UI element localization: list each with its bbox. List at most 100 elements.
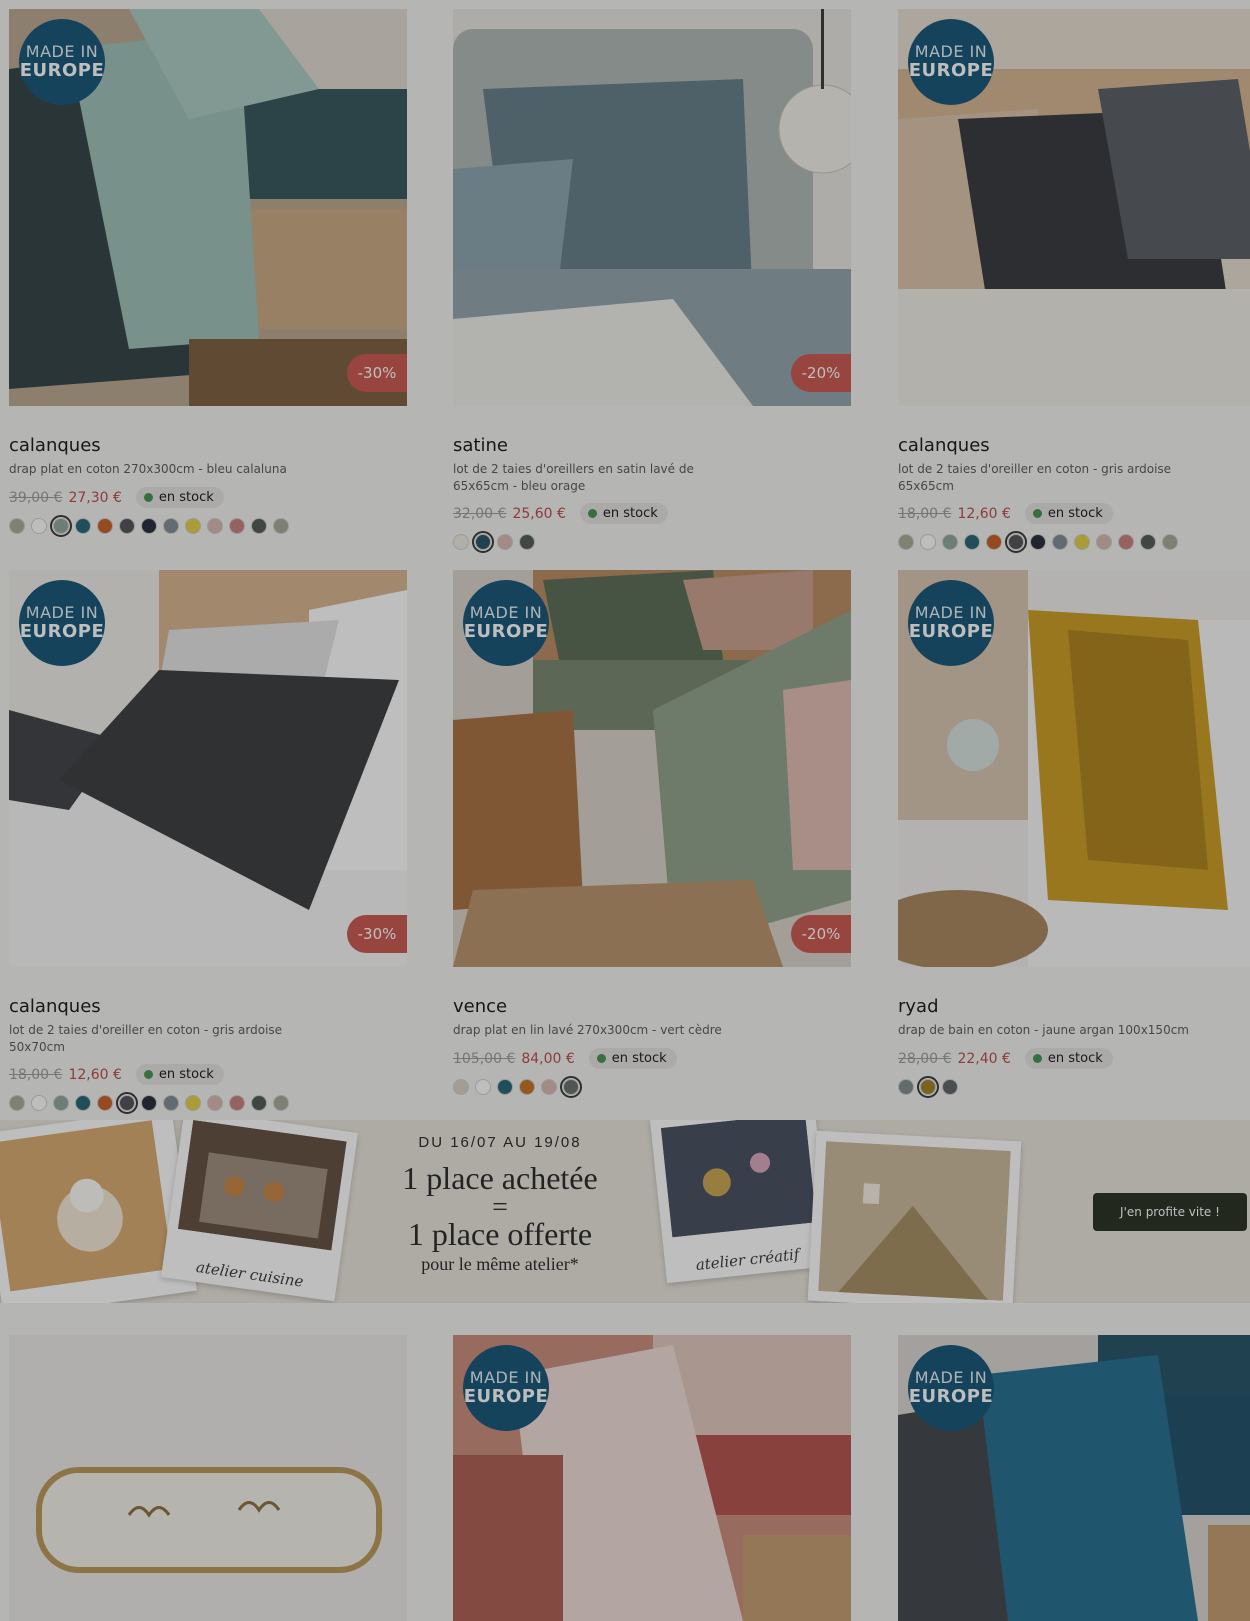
- sale-price: 27,30 €: [68, 489, 122, 506]
- color-swatch[interactable]: [50, 515, 72, 537]
- product-image[interactable]: MADE IN EUROPE: [898, 9, 1250, 406]
- price-row: 28,00 € 22,40 € en stock: [898, 1048, 1113, 1069]
- old-price: 39,00 €: [9, 489, 63, 506]
- color-swatch[interactable]: [116, 1092, 138, 1114]
- color-swatch[interactable]: [97, 1095, 113, 1111]
- color-swatch[interactable]: [163, 1095, 179, 1111]
- color-swatch[interactable]: [75, 518, 91, 534]
- product-description[interactable]: lot de 2 taies d'oreiller en coton - gri…: [9, 1022, 309, 1056]
- color-swatch[interactable]: [541, 1079, 557, 1095]
- color-swatch[interactable]: [273, 518, 289, 534]
- color-swatch[interactable]: [97, 518, 113, 534]
- color-swatch[interactable]: [251, 518, 267, 534]
- price-row: 18,00 € 12,60 € en stock: [9, 1064, 224, 1085]
- product-brand[interactable]: ryad: [898, 996, 939, 1017]
- color-swatch[interactable]: [31, 1095, 47, 1111]
- product-brand[interactable]: vence: [453, 996, 507, 1017]
- color-swatch[interactable]: [519, 534, 535, 550]
- product-image[interactable]: MADE IN EUROPE -30%: [9, 9, 407, 406]
- color-swatch[interactable]: [497, 1079, 513, 1095]
- color-swatch[interactable]: [472, 531, 494, 553]
- color-swatch[interactable]: [964, 534, 980, 550]
- color-swatch[interactable]: [986, 534, 1002, 550]
- product-brand[interactable]: calanques: [9, 996, 101, 1017]
- color-swatch[interactable]: [251, 1095, 267, 1111]
- color-swatch[interactable]: [475, 1079, 491, 1095]
- color-swatch[interactable]: [1118, 534, 1134, 550]
- discount-badge: -20%: [791, 915, 851, 953]
- color-swatch[interactable]: [31, 518, 47, 534]
- color-swatch[interactable]: [207, 1095, 223, 1111]
- color-swatches: [898, 531, 1178, 553]
- promo-banner[interactable]: atelier cuisine DU 16/07 AU 19/08 1 plac…: [0, 1120, 1250, 1303]
- product-description[interactable]: drap plat en coton 270x300cm - bleu cala…: [9, 461, 309, 478]
- color-swatch[interactable]: [560, 1076, 582, 1098]
- color-swatch[interactable]: [898, 1079, 914, 1095]
- old-price: 32,00 €: [453, 505, 507, 522]
- color-swatch[interactable]: [185, 518, 201, 534]
- color-swatch[interactable]: [185, 1095, 201, 1111]
- stock-badge: en stock: [1024, 503, 1113, 524]
- color-swatch[interactable]: [1030, 534, 1046, 550]
- color-swatch[interactable]: [497, 534, 513, 550]
- product-description[interactable]: lot de 2 taies d'oreillers en satin lavé…: [453, 461, 753, 495]
- color-swatch[interactable]: [163, 518, 179, 534]
- stock-badge: en stock: [135, 1064, 224, 1085]
- made-in-europe-badge: MADE IN EUROPE: [908, 580, 994, 666]
- color-swatch[interactable]: [1005, 531, 1027, 553]
- in-stock-dot-icon: [1032, 509, 1042, 518]
- color-swatch[interactable]: [207, 518, 223, 534]
- product-brand[interactable]: calanques: [898, 435, 990, 456]
- color-swatch[interactable]: [917, 1076, 939, 1098]
- color-swatch[interactable]: [75, 1095, 91, 1111]
- color-swatch[interactable]: [898, 534, 914, 550]
- color-swatch[interactable]: [453, 534, 469, 550]
- in-stock-dot-icon: [143, 493, 153, 502]
- product-image[interactable]: -20%: [453, 9, 851, 406]
- product-image[interactable]: MADE IN EUROPE: [453, 1335, 851, 1621]
- product-description[interactable]: drap de bain en coton - jaune argan 100x…: [898, 1022, 1198, 1039]
- sale-price: 84,00 €: [521, 1050, 575, 1067]
- color-swatch[interactable]: [920, 534, 936, 550]
- discount-badge: -30%: [347, 915, 407, 953]
- product-image[interactable]: MADE IN EUROPE: [898, 570, 1250, 967]
- sale-price: 25,60 €: [512, 505, 566, 522]
- color-swatch[interactable]: [9, 1095, 25, 1111]
- color-swatch[interactable]: [453, 1079, 469, 1095]
- color-swatch[interactable]: [229, 1095, 245, 1111]
- color-swatches: [453, 531, 535, 553]
- color-swatch[interactable]: [229, 518, 245, 534]
- sale-price: 12,60 €: [68, 1066, 122, 1083]
- product-description[interactable]: lot de 2 taies d'oreiller en coton - gri…: [898, 461, 1198, 495]
- color-swatch[interactable]: [141, 518, 157, 534]
- price-row: 18,00 € 12,60 € en stock: [898, 503, 1113, 524]
- stock-badge: en stock: [1024, 1048, 1113, 1069]
- color-swatch[interactable]: [1096, 534, 1112, 550]
- color-swatch[interactable]: [942, 1079, 958, 1095]
- price-row: 105,00 € 84,00 € en stock: [453, 1048, 677, 1069]
- product-brand[interactable]: calanques: [9, 435, 101, 456]
- product-image[interactable]: MADE IN EUROPE -20%: [453, 570, 851, 967]
- photo-creatif-right: [807, 1130, 1022, 1303]
- product-image[interactable]: [9, 1335, 407, 1621]
- color-swatch[interactable]: [119, 518, 135, 534]
- color-swatch[interactable]: [519, 1079, 535, 1095]
- color-swatch[interactable]: [141, 1095, 157, 1111]
- color-swatch[interactable]: [1052, 534, 1068, 550]
- color-swatch[interactable]: [1074, 534, 1090, 550]
- promo-cta-button[interactable]: J'en profite vite !: [1093, 1193, 1247, 1231]
- product-image[interactable]: MADE IN EUROPE: [898, 1335, 1250, 1621]
- color-swatch[interactable]: [1140, 534, 1156, 550]
- product-image[interactable]: MADE IN EUROPE -30%: [9, 570, 407, 967]
- color-swatch[interactable]: [942, 534, 958, 550]
- price-row: 32,00 € 25,60 € en stock: [453, 503, 668, 524]
- color-swatches: [9, 1092, 289, 1114]
- discount-badge: -20%: [791, 354, 851, 392]
- product-description[interactable]: drap plat en lin lavé 270x300cm - vert c…: [453, 1022, 753, 1039]
- color-swatch[interactable]: [1162, 534, 1178, 550]
- color-swatch[interactable]: [53, 1095, 69, 1111]
- product-brand[interactable]: satine: [453, 435, 508, 456]
- color-swatches: [453, 1076, 582, 1098]
- color-swatch[interactable]: [273, 1095, 289, 1111]
- color-swatch[interactable]: [9, 518, 25, 534]
